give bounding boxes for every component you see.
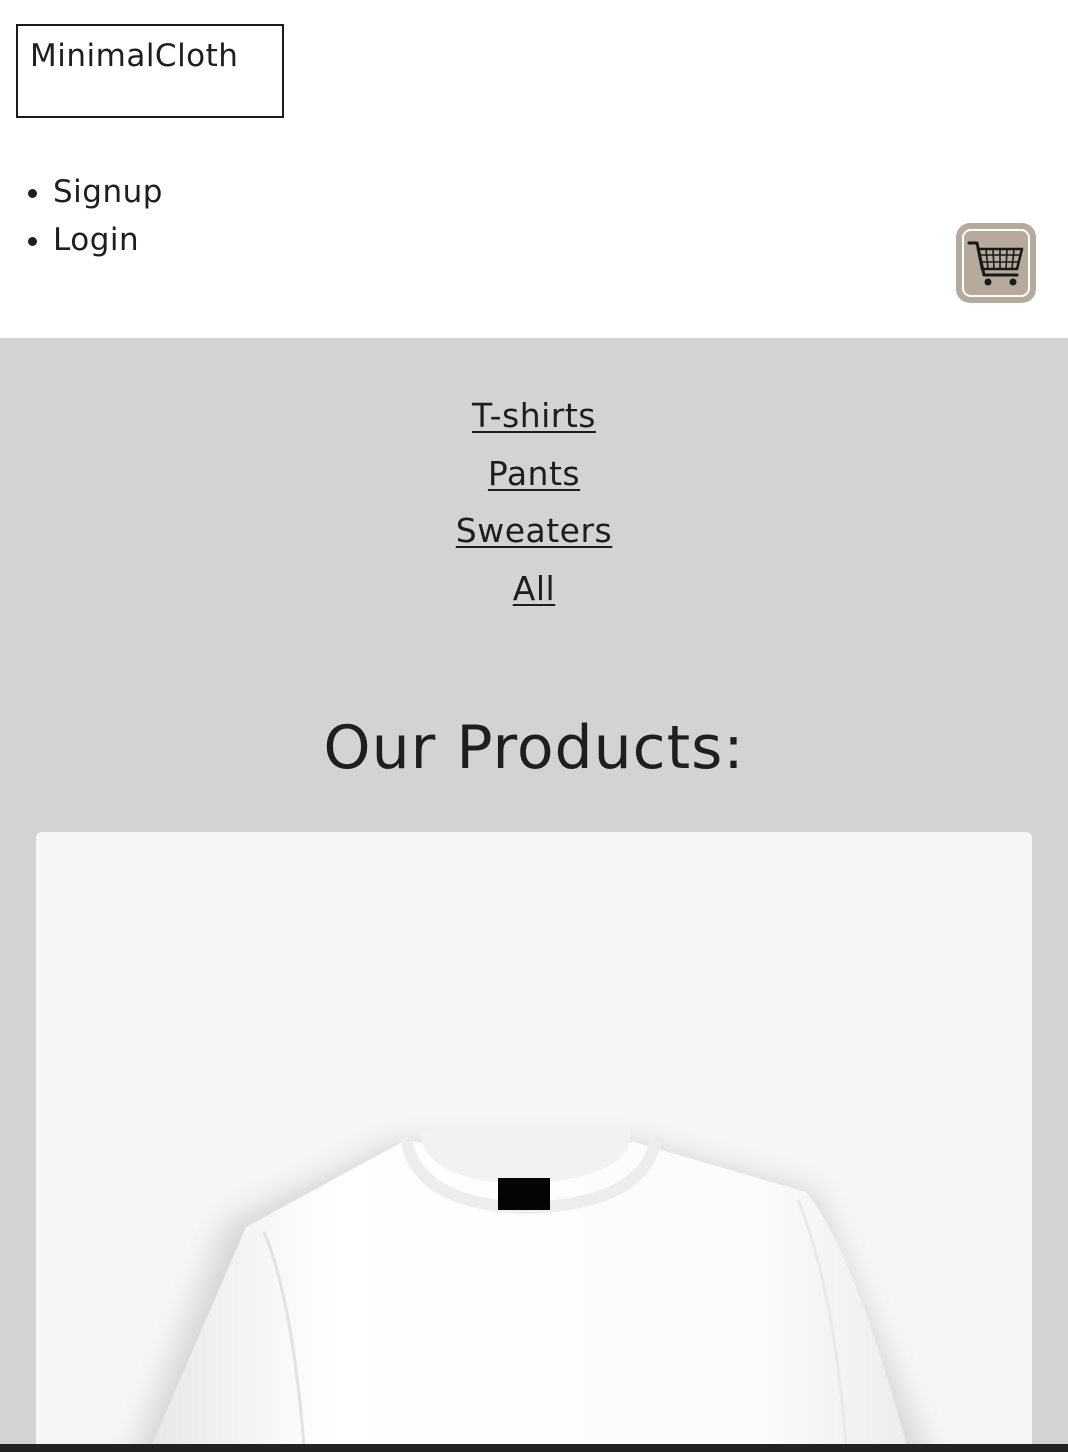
category-link-pants[interactable]: Pants [0, 448, 1068, 506]
logo-text: MinimalCloth [30, 38, 239, 74]
products-title: Our Products: [323, 713, 745, 783]
signup-link[interactable]: Signup [53, 168, 163, 216]
category-link-sweaters[interactable]: Sweaters [0, 505, 1068, 563]
site-header: MinimalCloth Signup Login [0, 0, 1068, 338]
cart-button-frame [962, 229, 1030, 297]
category-link-all[interactable]: All [0, 563, 1068, 621]
page: MinimalCloth Signup Login [0, 0, 1068, 1452]
auth-nav: Signup Login [0, 168, 163, 264]
logo[interactable]: MinimalCloth [16, 24, 284, 118]
category-link-tshirts[interactable]: T-shirts [0, 390, 1068, 448]
category-nav: T-shirts Pants Sweaters All [0, 390, 1068, 620]
main-content: T-shirts Pants Sweaters All Our Products… [0, 338, 1068, 1452]
product-card[interactable] [36, 832, 1032, 1452]
white-tshirt-image [36, 832, 1032, 1452]
login-link[interactable]: Login [53, 216, 163, 264]
shopping-cart-icon [967, 241, 1024, 286]
bottom-bar [0, 1444, 1068, 1452]
cart-button[interactable] [956, 223, 1036, 303]
